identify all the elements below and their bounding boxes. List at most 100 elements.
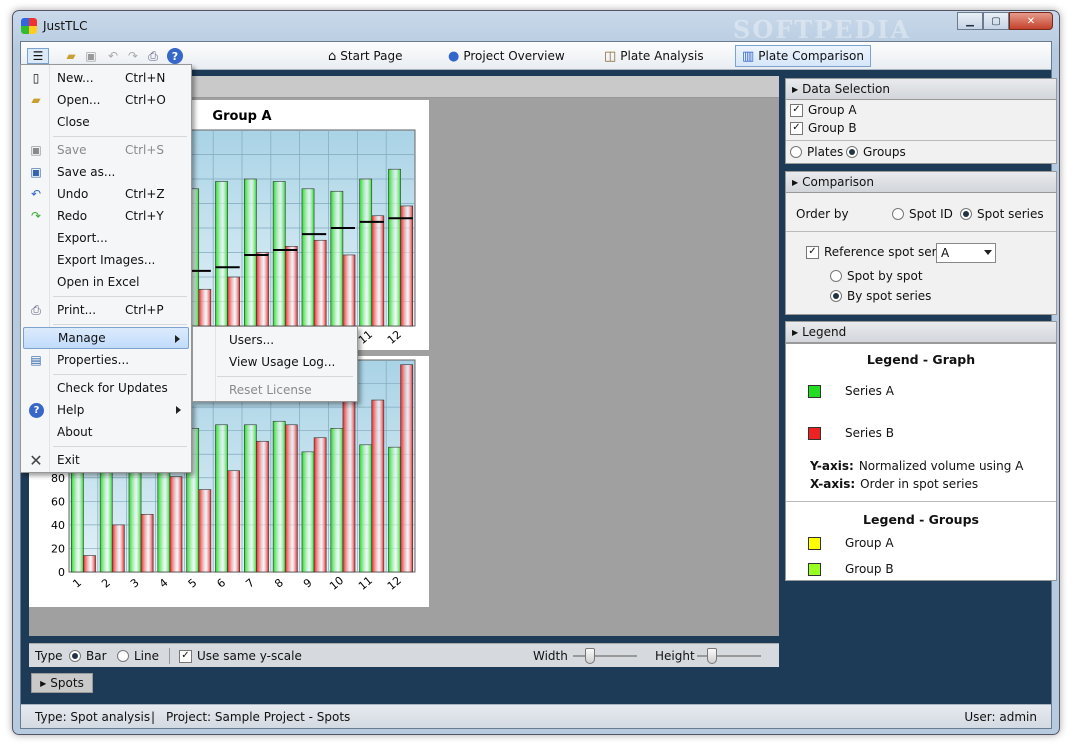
close-icon: ✕ bbox=[1026, 15, 1036, 27]
minimize-button[interactable]: ▁ bbox=[957, 12, 983, 30]
nav-plate-analysis[interactable]: ◫ Plate Analysis bbox=[597, 45, 711, 67]
menu-item-check-updates[interactable]: Check for Updates bbox=[23, 377, 189, 399]
bar-series-a bbox=[330, 190, 344, 327]
type-label: Type bbox=[35, 649, 63, 663]
menu-item-new[interactable]: ▯ New... Ctrl+N bbox=[23, 67, 189, 89]
undo-icon[interactable]: ↶ bbox=[105, 48, 121, 64]
legend-y-axis: Y-axis: Normalized volume using A bbox=[810, 459, 1024, 473]
status-type: Type: Spot analysis bbox=[35, 710, 151, 724]
menu-item-save[interactable]: ▣ Save Ctrl+S bbox=[23, 139, 189, 161]
submenu-arrow-icon bbox=[175, 335, 180, 343]
group-a-checkbox[interactable]: ✓ Group A bbox=[790, 103, 857, 117]
legend-header[interactable]: ▶ Legend bbox=[785, 321, 1057, 343]
submenu-item-reset-license[interactable]: Reset License bbox=[195, 379, 355, 401]
menu-button[interactable]: ☰ bbox=[27, 48, 49, 64]
spot-series-radio[interactable]: Spot series bbox=[960, 207, 1044, 221]
line-radio[interactable]: Line bbox=[117, 649, 159, 663]
height-slider-thumb[interactable] bbox=[707, 648, 717, 664]
manage-submenu: Users... View Usage Log... Reset License bbox=[192, 326, 358, 402]
checkmark-icon: ✓ bbox=[790, 103, 803, 117]
x-tick-label: 2 bbox=[99, 576, 113, 590]
new-file-icon: ▯ bbox=[32, 71, 40, 85]
bar-series-a bbox=[301, 188, 315, 327]
open-folder-icon: ▰ bbox=[31, 93, 41, 107]
menu-item-help[interactable]: ? Help bbox=[23, 399, 189, 421]
menu-item-manage[interactable]: Manage bbox=[23, 327, 189, 349]
spot-by-spot-radio[interactable]: Spot by spot bbox=[830, 269, 923, 283]
submenu-item-users[interactable]: Users... bbox=[195, 329, 355, 351]
triangle-right-icon: ▶ bbox=[792, 177, 799, 187]
menu-icon: ☰ bbox=[32, 49, 44, 63]
bar-series-a bbox=[330, 428, 344, 573]
print-icon[interactable]: ⎙ bbox=[145, 48, 161, 64]
bar-series-b bbox=[198, 489, 212, 573]
width-slider[interactable] bbox=[573, 648, 637, 664]
close-window-button[interactable]: ✕ bbox=[1009, 12, 1053, 30]
groups-radio[interactable]: Groups bbox=[846, 145, 906, 159]
checkmark-icon: ✓ bbox=[179, 649, 192, 663]
legend-series-a: Series A bbox=[808, 384, 894, 398]
height-slider[interactable] bbox=[697, 648, 761, 664]
same-scale-checkbox[interactable]: ✓ Use same y-scale bbox=[179, 649, 302, 663]
reference-spot-checkbox[interactable]: ✓ Reference spot serie bbox=[806, 245, 947, 259]
spot-id-radio[interactable]: Spot ID bbox=[892, 207, 953, 221]
save-icon[interactable]: ▣ bbox=[83, 48, 99, 64]
nav-project-overview[interactable]: ● Project Overview bbox=[441, 45, 572, 67]
triangle-right-icon: ▶ bbox=[792, 327, 799, 337]
x-tick-label: 5 bbox=[186, 576, 200, 590]
y-tick-label: 60 bbox=[51, 495, 65, 508]
legend-group-b: Group B bbox=[808, 562, 894, 576]
x-tick-label: 12 bbox=[385, 574, 404, 593]
x-tick-label: 1 bbox=[70, 576, 84, 590]
y-tick-label: 0 bbox=[58, 566, 65, 579]
menu-item-export-images[interactable]: Export Images... bbox=[23, 249, 189, 271]
bar-series-a bbox=[388, 168, 401, 327]
menu-item-print[interactable]: ⎙ Print... Ctrl+P bbox=[23, 299, 189, 321]
people-icon: ● bbox=[448, 48, 460, 64]
bar-series-b bbox=[400, 364, 413, 573]
legend-x-axis: X-axis: Order in spot series bbox=[810, 477, 979, 491]
group-b-swatch bbox=[808, 562, 821, 576]
width-slider-thumb[interactable] bbox=[585, 648, 595, 664]
nav-start-page[interactable]: ⌂ Start Page bbox=[321, 45, 409, 67]
x-tick-label: 9 bbox=[301, 576, 315, 590]
bar-series-a bbox=[388, 446, 401, 573]
redo-icon[interactable]: ↷ bbox=[125, 48, 141, 64]
maximize-button[interactable]: ▢ bbox=[983, 12, 1009, 30]
menu-item-about[interactable]: About bbox=[23, 421, 189, 443]
group-b-checkbox[interactable]: ✓ Group B bbox=[790, 121, 857, 135]
submenu-arrow-icon bbox=[176, 406, 181, 414]
by-spot-series-radio[interactable]: By spot series bbox=[830, 289, 931, 303]
plates-radio[interactable]: Plates bbox=[790, 145, 843, 159]
menu-item-redo[interactable]: ↷ Redo Ctrl+Y bbox=[23, 205, 189, 227]
x-tick-label: 4 bbox=[157, 576, 171, 590]
bar-radio[interactable]: Bar bbox=[69, 649, 107, 663]
help-icon[interactable]: ? bbox=[167, 48, 183, 64]
menu-item-save-as[interactable]: ▣ Save as... bbox=[23, 161, 189, 183]
chevron-down-icon bbox=[984, 250, 992, 255]
bar-series-a bbox=[272, 420, 286, 573]
menu-item-properties[interactable]: ▤ Properties... bbox=[23, 349, 189, 371]
checkmark-icon: ✓ bbox=[790, 121, 803, 135]
x-tick-label: 10 bbox=[327, 574, 346, 593]
menu-item-close[interactable]: Close bbox=[23, 111, 189, 133]
open-folder-icon[interactable]: ▰ bbox=[63, 48, 79, 64]
reference-select[interactable]: A bbox=[936, 243, 996, 263]
menu-item-undo[interactable]: ↶ Undo Ctrl+Z bbox=[23, 183, 189, 205]
chart-options-bar: Type Bar Line ✓ Use same y-scale Width He… bbox=[29, 643, 779, 667]
submenu-item-usage-log[interactable]: View Usage Log... bbox=[195, 351, 355, 373]
data-selection-header[interactable]: ▶ Data Selection bbox=[785, 78, 1057, 100]
nav-plate-comparison[interactable]: ▥ Plate Comparison bbox=[735, 45, 871, 67]
bar-series-b bbox=[342, 254, 356, 327]
menu-item-export[interactable]: Export... bbox=[23, 227, 189, 249]
spots-tab[interactable]: ▶ Spots bbox=[31, 673, 93, 693]
bar-series-b bbox=[169, 476, 183, 573]
y-tick-label: 80 bbox=[51, 472, 65, 485]
bar-series-b bbox=[256, 252, 269, 327]
menu-item-open-excel[interactable]: Open in Excel bbox=[23, 271, 189, 293]
menu-item-open[interactable]: ▰ Open... Ctrl+O bbox=[23, 89, 189, 111]
bar-series-a bbox=[244, 424, 257, 573]
data-selection-panel: ✓ Group A ✓ Group B Plates Groups bbox=[785, 100, 1057, 164]
menu-item-exit[interactable]: ✕ Exit bbox=[23, 449, 189, 471]
comparison-header[interactable]: ▶ Comparison bbox=[785, 171, 1057, 193]
